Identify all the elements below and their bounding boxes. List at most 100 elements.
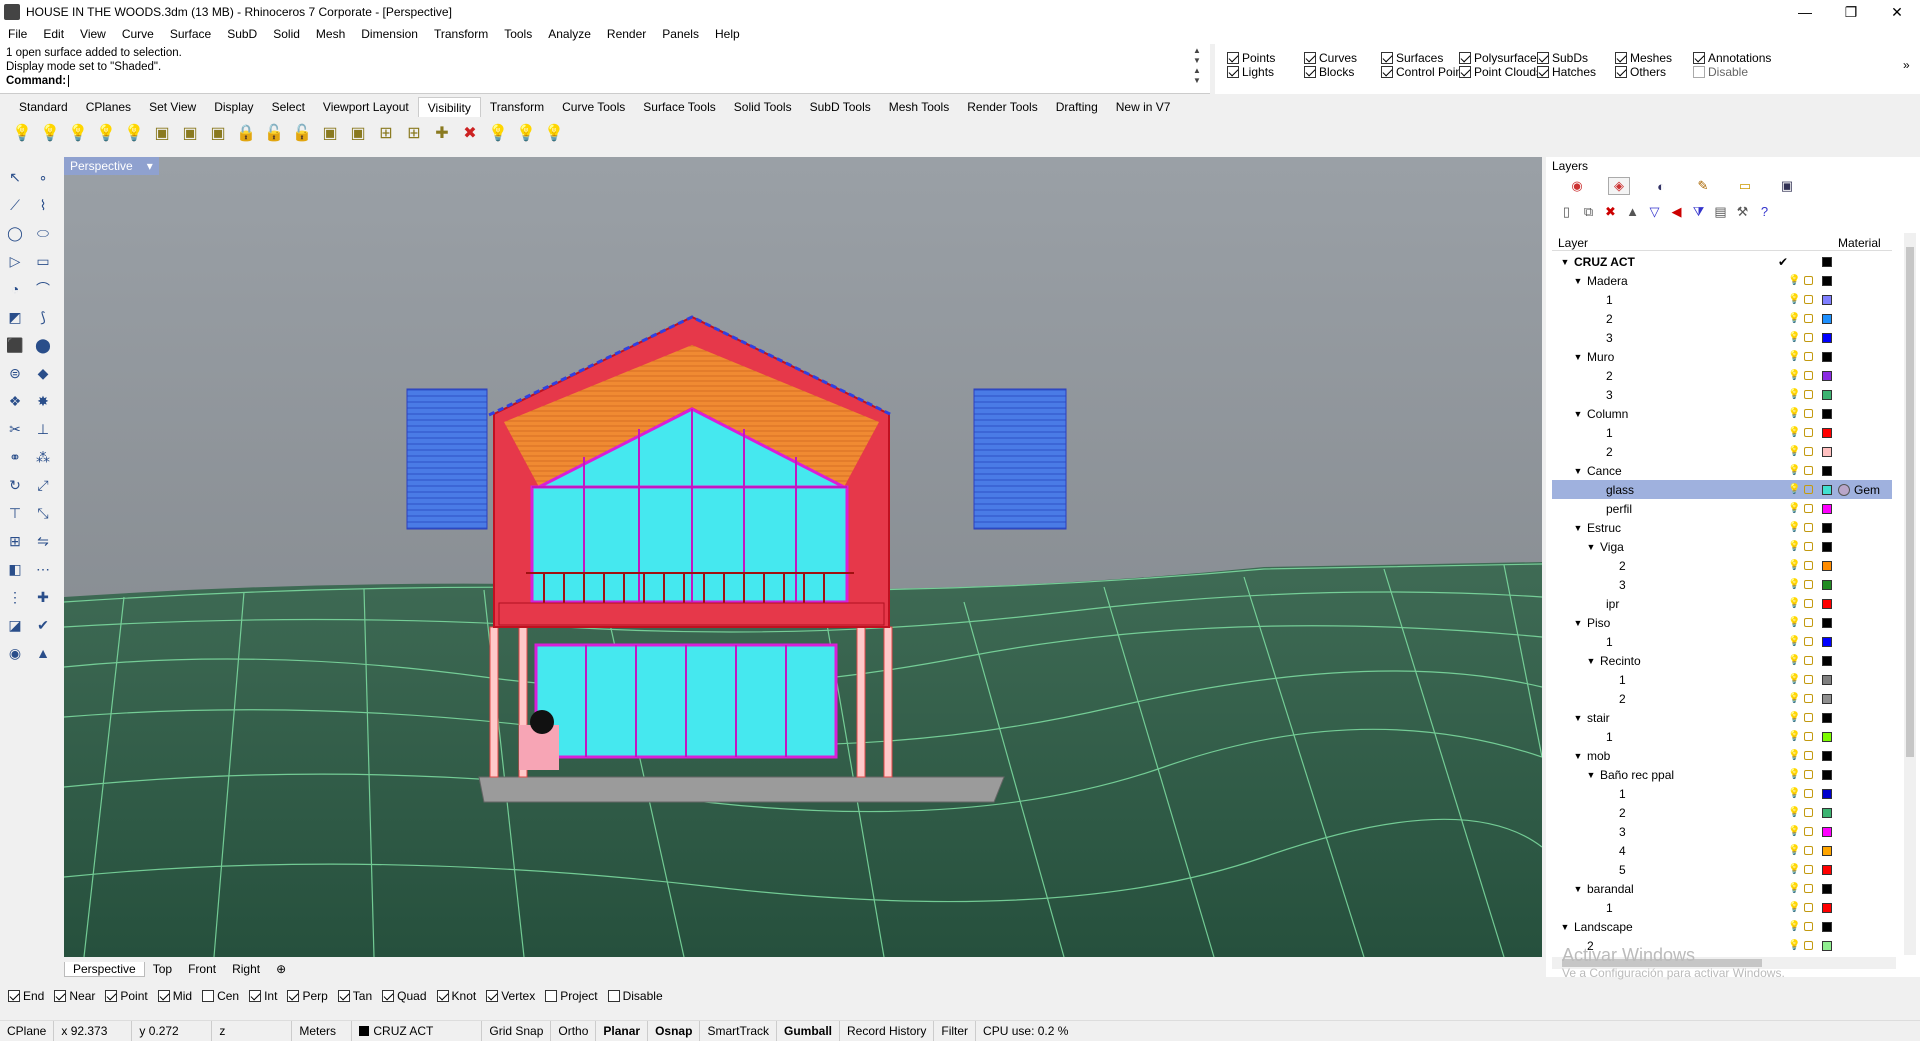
- filter-points[interactable]: Points: [1227, 51, 1275, 65]
- expand-chevron-icon[interactable]: ▼: [1573, 618, 1583, 628]
- layer-name[interactable]: 3: [1606, 388, 1613, 402]
- layer-row[interactable]: ▼ Column 💡: [1552, 404, 1892, 423]
- visibility-bulb-icon[interactable]: 💡: [1788, 769, 1800, 780]
- status-toggle-planar[interactable]: Planar: [596, 1020, 649, 1041]
- menu-subd[interactable]: SubD: [219, 27, 265, 41]
- layer-name[interactable]: stair: [1587, 711, 1610, 725]
- status-toggle-gumball[interactable]: Gumball: [777, 1020, 841, 1041]
- layer-row[interactable]: 2 💡: [1552, 556, 1892, 575]
- lock-icon[interactable]: [1804, 732, 1813, 741]
- layer-name[interactable]: 1: [1619, 673, 1626, 687]
- lock-icon[interactable]: [1804, 922, 1813, 931]
- toolbar-tab-mesh-tools[interactable]: Mesh Tools: [880, 97, 958, 117]
- filter-subds[interactable]: SubDs: [1537, 51, 1588, 65]
- filter-checkbox[interactable]: [1615, 66, 1627, 78]
- lock-icon[interactable]: [1804, 599, 1813, 608]
- lock-icon[interactable]: [1804, 694, 1813, 703]
- viewport-menu-dropdown[interactable]: ▾: [147, 159, 153, 173]
- osnap-project[interactable]: Project: [545, 989, 598, 1003]
- toolbar-tab-visibility[interactable]: Visibility: [417, 97, 481, 117]
- layer-name[interactable]: Madera: [1587, 274, 1628, 288]
- expand-chevron-icon[interactable]: ▼: [1573, 466, 1583, 476]
- layer-color-swatch[interactable]: [1822, 788, 1832, 799]
- dimension-icon[interactable]: ⊤: [4, 502, 26, 524]
- layer-row[interactable]: 2 💡: [1552, 442, 1892, 461]
- layer-row[interactable]: 1 💡: [1552, 727, 1892, 746]
- layer-color-swatch[interactable]: [1822, 598, 1832, 609]
- libraries-tab-icon[interactable]: ▭: [1734, 177, 1756, 195]
- layer-color-swatch[interactable]: [1822, 826, 1832, 837]
- loft-icon[interactable]: ⟆: [32, 306, 54, 328]
- layer-row[interactable]: ▼ Estruc 💡: [1552, 518, 1892, 537]
- toolbar-tab-viewport-layout[interactable]: Viewport Layout: [314, 97, 418, 117]
- layer-color-swatch[interactable]: [1822, 503, 1832, 514]
- layer-name[interactable]: ipr: [1606, 597, 1619, 611]
- expand-chevron-icon[interactable]: ▼: [1573, 352, 1583, 362]
- render-icon[interactable]: ◉: [4, 642, 26, 664]
- layer-row[interactable]: 3 💡: [1552, 822, 1892, 841]
- hide-swap-icon[interactable]: 💡: [94, 121, 118, 145]
- visibility-bulb-icon[interactable]: 💡: [1788, 313, 1800, 324]
- analyze-icon[interactable]: ◪: [4, 614, 26, 636]
- layer-color-swatch[interactable]: [1822, 940, 1832, 951]
- visibility-bulb-icon[interactable]: 💡: [1788, 712, 1800, 723]
- show-selected-icon[interactable]: 💡: [38, 121, 62, 145]
- osnap-checkbox[interactable]: [105, 990, 118, 1002]
- layer-color-swatch[interactable]: [1822, 446, 1832, 457]
- layer-color-swatch[interactable]: [1822, 883, 1832, 894]
- polygon-icon[interactable]: ▷: [4, 250, 26, 272]
- filter-icon[interactable]: ⧩: [1690, 203, 1707, 220]
- filter-disable[interactable]: Disable: [1693, 65, 1748, 79]
- menu-dimension[interactable]: Dimension: [353, 27, 426, 41]
- scale-icon[interactable]: ⤡: [32, 502, 54, 524]
- render-tab-icon[interactable]: ◐: [1650, 177, 1672, 195]
- layer-row[interactable]: ipr 💡: [1552, 594, 1892, 613]
- fillet-icon[interactable]: ⌒: [32, 278, 54, 300]
- expand-chevron-icon[interactable]: ▼: [1573, 276, 1583, 286]
- visibility-bulb-icon[interactable]: 💡: [1788, 541, 1800, 552]
- filter-checkbox[interactable]: [1615, 52, 1627, 64]
- layer-name[interactable]: mob: [1587, 749, 1610, 763]
- layer-row[interactable]: ▼ barandal 💡: [1552, 879, 1892, 898]
- filter-checkbox[interactable]: [1381, 66, 1393, 78]
- point-icon[interactable]: ∘: [32, 166, 54, 188]
- gumball-icon[interactable]: ✚: [32, 586, 54, 608]
- layer-row[interactable]: ▼ mob 💡: [1552, 746, 1892, 765]
- mirror-icon[interactable]: ⇋: [32, 530, 54, 552]
- expand-chevron-icon[interactable]: ▼: [1573, 751, 1583, 761]
- enable-clipping-icon[interactable]: ✚: [430, 121, 454, 145]
- osnap-vertex[interactable]: Vertex: [486, 989, 535, 1003]
- osnap-checkbox[interactable]: [54, 990, 67, 1002]
- disable-clipping-icon[interactable]: ✖: [458, 121, 482, 145]
- status-toggle-grid-snap[interactable]: Grid Snap: [482, 1020, 552, 1041]
- layer-name[interactable]: 5: [1619, 863, 1626, 877]
- layer-row[interactable]: ▼ Madera 💡: [1552, 271, 1892, 290]
- expand-chevron-icon[interactable]: ▼: [1573, 523, 1583, 533]
- filter-point-clouds[interactable]: Point Clouds: [1459, 65, 1542, 79]
- toolbar-tab-transform[interactable]: Transform: [481, 97, 553, 117]
- osnap-disable[interactable]: Disable: [607, 989, 663, 1003]
- lock-icon[interactable]: [1804, 428, 1813, 437]
- layer-row[interactable]: ▼ Viga 💡: [1552, 537, 1892, 556]
- layer-name[interactable]: 1: [1619, 787, 1626, 801]
- command-scrollbar[interactable]: ▲ ▼ ▲ ▼: [1190, 46, 1204, 92]
- layer-name[interactable]: 3: [1619, 825, 1626, 839]
- layer-color-swatch[interactable]: [1822, 712, 1832, 723]
- unlock-selected-icon[interactable]: 🔓: [290, 121, 314, 145]
- close-button[interactable]: ✕: [1874, 0, 1920, 24]
- layer-color-swatch[interactable]: [1822, 921, 1832, 932]
- lock-icon[interactable]: [1804, 884, 1813, 893]
- layer-color-swatch[interactable]: [1822, 256, 1832, 267]
- layer-row[interactable]: ▼ Piso 💡: [1552, 613, 1892, 632]
- filter-checkbox[interactable]: [1227, 66, 1239, 78]
- lock-icon[interactable]: [1804, 390, 1813, 399]
- layer-name[interactable]: 4: [1619, 844, 1626, 858]
- layer-color-swatch[interactable]: [1822, 750, 1832, 761]
- layer-material[interactable]: Gem: [1838, 483, 1880, 497]
- scene-canvas[interactable]: [64, 157, 1542, 957]
- layer-color-swatch[interactable]: [1822, 294, 1832, 305]
- layer-row[interactable]: ▼ stair 💡: [1552, 708, 1892, 727]
- filter-more-icon[interactable]: »: [1903, 58, 1910, 72]
- visibility-bulb-icon[interactable]: 💡: [1788, 693, 1800, 704]
- lock-icon[interactable]: [1804, 789, 1813, 798]
